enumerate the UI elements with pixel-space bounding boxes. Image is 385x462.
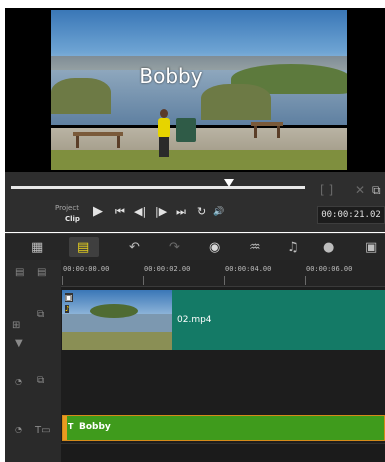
trim-markers-icon[interactable]: [ ] — [320, 183, 333, 197]
ruler-tick-label: 00:00:06.00 — [306, 265, 353, 273]
title-track-icon[interactable]: T▭ — [35, 425, 51, 436]
ripple-editing-icon[interactable]: ⊞ — [12, 320, 20, 331]
subtitle-icon[interactable]: ▣ — [365, 240, 377, 255]
title-clip-trim-handle[interactable] — [63, 416, 67, 440]
end-button[interactable]: ⏭ — [176, 205, 186, 219]
ruler-tick — [143, 276, 144, 285]
audio-indicator-icon: ♪ — [65, 305, 70, 313]
next-frame-button[interactable]: |▶ — [155, 205, 167, 219]
ruler-tick-label: 00:00:00.00 — [63, 265, 110, 273]
title-track-visibility-icon[interactable]: ◔ — [15, 425, 22, 434]
sound-mixer-icon[interactable]: ♒ — [249, 240, 261, 255]
track-headers: ▤ ▤ ⧉ ⊞ ▼ ◔ ⧉ ◔ T▭ — [5, 260, 61, 462]
video-track-icon[interactable]: ⧉ — [37, 309, 44, 320]
add-remove-track-icon[interactable]: ▤ — [37, 267, 46, 278]
video-clip-type-icon: ▣ — [65, 293, 73, 302]
copy-snapshot-icon[interactable]: ⧉ — [372, 183, 381, 198]
scene-reeds — [201, 84, 271, 120]
thumb-ground — [62, 332, 172, 350]
scene-bench — [251, 122, 283, 140]
time-ruler[interactable]: 00:00:00.00 00:00:02.00 00:00:04.00 00:0… — [61, 260, 385, 287]
mode-clip-toggle[interactable]: Clip — [65, 215, 80, 223]
previous-frame-button[interactable]: ◀| — [134, 205, 146, 219]
storyboard-view-icon[interactable]: ▦ — [31, 240, 43, 255]
repeat-button[interactable]: ↻ — [197, 205, 206, 219]
auto-music-icon[interactable]: ♫ — [287, 240, 299, 255]
undo-icon[interactable]: ↶ — [129, 240, 140, 255]
ruler-tick — [62, 276, 63, 285]
playback-controls: [ ] ✕ ⧉ Project Clip ▶ ⏮ ◀| |▶ ⏭ ↻ 🔊 00:… — [5, 172, 385, 232]
video-frame: Bobby — [51, 10, 347, 170]
scene-person-body — [158, 118, 170, 138]
ripple-dropdown-icon[interactable]: ▼ — [15, 338, 23, 349]
timecode-display[interactable]: 00:00:21.02 — [317, 206, 385, 224]
close-icon[interactable]: ✕ — [355, 183, 365, 197]
scrub-bar[interactable] — [11, 186, 305, 189]
preview-window: Bobby — [5, 8, 385, 172]
overlay-track-icon[interactable]: ⧉ — [37, 375, 44, 386]
scene-person-legs — [159, 137, 169, 157]
volume-button[interactable]: 🔊 — [213, 205, 224, 219]
record-capture-icon[interactable]: ◉ — [209, 240, 220, 255]
motion-tracking-icon[interactable]: ● — [323, 240, 334, 255]
video-clip-label: 02.mp4 — [177, 315, 212, 325]
scrub-handle[interactable] — [223, 179, 234, 187]
timeline-view-icon[interactable]: ▤ — [77, 240, 89, 255]
overlay-track-visibility-icon[interactable]: ◔ — [15, 377, 22, 386]
home-button[interactable]: ⏮ — [115, 205, 125, 219]
scene-trash-bin — [176, 118, 196, 142]
video-clip[interactable]: ▣ ♪ 02.mp4 — [62, 290, 385, 350]
ruler-tick — [224, 276, 225, 285]
scene-bench — [73, 132, 123, 150]
ruler-tick-label: 00:00:02.00 — [144, 265, 191, 273]
ruler-tick — [305, 276, 306, 285]
timeline-panel: ▤ ▤ ⧉ ⊞ ▼ ◔ ⧉ ◔ T▭ 00:00:00.00 00:00:02.… — [5, 260, 385, 462]
scene-grass — [51, 150, 347, 170]
show-all-tracks-icon[interactable]: ▤ — [15, 267, 24, 278]
title-overlay-text[interactable]: Bobby — [51, 64, 291, 88]
title-clip[interactable]: T Bobby — [62, 415, 385, 441]
thumb-tree — [90, 304, 138, 318]
timeline-toolbar: ▦ ▤ ↶ ↷ ◉ ♒ ♫ ● ▣ — [5, 233, 385, 261]
title-clip-label: Bobby — [79, 422, 111, 432]
redo-icon[interactable]: ↷ — [169, 240, 180, 255]
video-clip-thumbnail: ▣ ♪ — [62, 290, 172, 350]
title-type-icon: T — [68, 422, 74, 431]
scene-person-head — [160, 109, 168, 118]
ruler-tick-label: 00:00:04.00 — [225, 265, 272, 273]
overlay-track-lane[interactable] — [61, 353, 385, 414]
mode-project-toggle[interactable]: Project — [55, 204, 79, 212]
play-button[interactable]: ▶ — [93, 205, 103, 219]
